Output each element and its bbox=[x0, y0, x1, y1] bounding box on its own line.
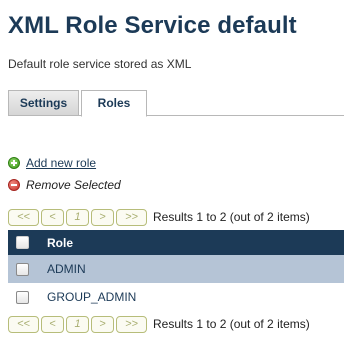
tab-settings[interactable]: Settings bbox=[8, 90, 79, 116]
first-page-button[interactable]: << bbox=[8, 315, 39, 333]
add-new-role-link[interactable]: Add new role bbox=[8, 156, 96, 170]
next-page-button[interactable]: > bbox=[91, 315, 114, 333]
page-title: XML Role Service default bbox=[8, 12, 297, 39]
tab-roles[interactable]: Roles bbox=[81, 90, 147, 117]
prev-page-button[interactable]: < bbox=[41, 315, 64, 333]
remove-selected-label[interactable]: Remove Selected bbox=[26, 178, 121, 192]
plus-circle-icon bbox=[8, 157, 20, 169]
last-page-button[interactable]: >> bbox=[116, 315, 147, 333]
row-checkbox[interactable] bbox=[16, 290, 29, 304]
role-name-link[interactable]: ADMIN bbox=[47, 262, 86, 276]
page-subtitle: Default role service stored as XML bbox=[8, 57, 192, 71]
results-summary: Results 1 to 2 (out of 2 items) bbox=[153, 210, 310, 224]
table-header: Role bbox=[8, 230, 344, 255]
pager-top: << < 1 > >> Results 1 to 2 (out of 2 ite… bbox=[8, 208, 310, 226]
results-summary: Results 1 to 2 (out of 2 items) bbox=[153, 317, 310, 331]
pager-bottom: << < 1 > >> Results 1 to 2 (out of 2 ite… bbox=[8, 315, 310, 333]
first-page-button[interactable]: << bbox=[8, 208, 39, 226]
table-row: ADMIN bbox=[8, 255, 344, 283]
tab-bar: Settings Roles bbox=[8, 90, 344, 117]
remove-selected-action[interactable]: Remove Selected bbox=[8, 178, 121, 192]
prev-page-button[interactable]: < bbox=[41, 208, 64, 226]
select-all-checkbox[interactable] bbox=[16, 236, 29, 249]
roles-table: Role ADMIN GROUP_ADMIN bbox=[8, 230, 344, 311]
next-page-button[interactable]: > bbox=[91, 208, 114, 226]
role-column-header[interactable]: Role bbox=[47, 236, 73, 250]
row-checkbox[interactable] bbox=[16, 262, 29, 276]
page-number-button[interactable]: 1 bbox=[66, 208, 89, 226]
table-row: GROUP_ADMIN bbox=[8, 283, 344, 311]
minus-circle-icon bbox=[8, 179, 20, 191]
last-page-button[interactable]: >> bbox=[116, 208, 147, 226]
page-number-button[interactable]: 1 bbox=[66, 315, 89, 333]
role-name-link[interactable]: GROUP_ADMIN bbox=[47, 290, 136, 304]
add-new-role-label[interactable]: Add new role bbox=[26, 156, 96, 170]
